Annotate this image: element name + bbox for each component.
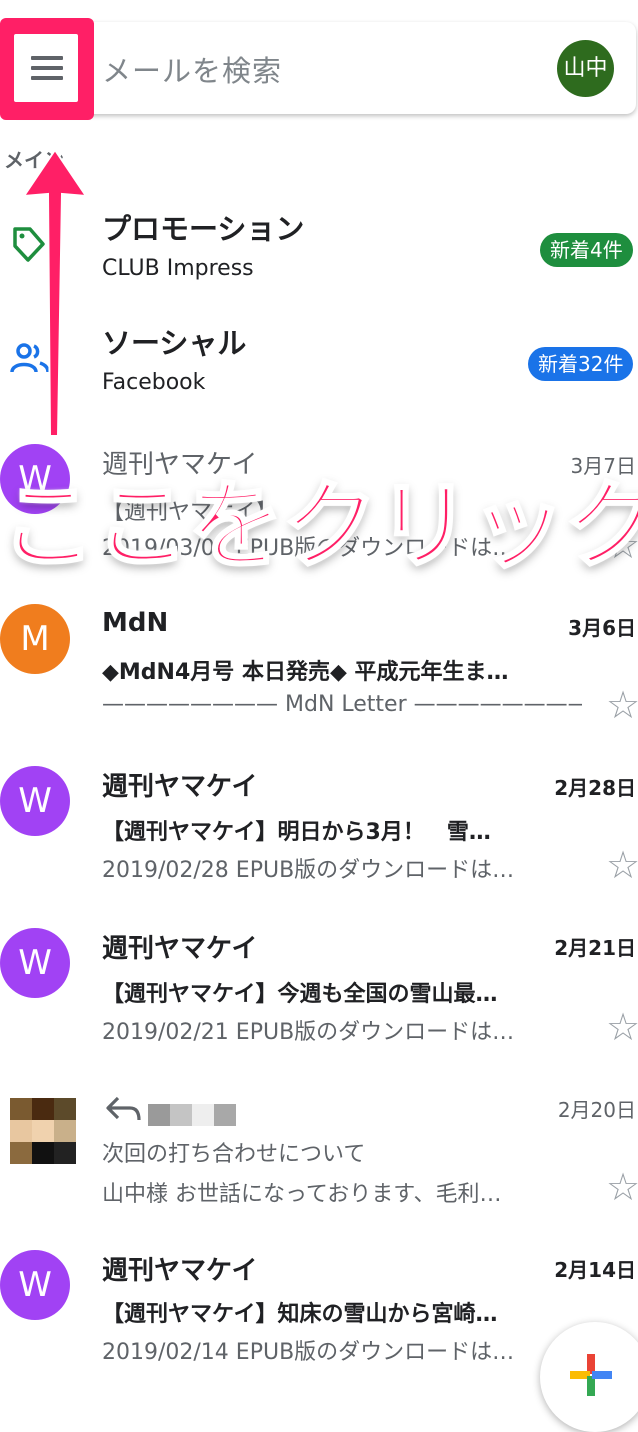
hamburger-icon <box>31 56 63 60</box>
email-date: 2月14日 <box>554 1258 636 1282</box>
annotation-callout: ここをクリック <box>0 469 638 584</box>
email-snippet: 2019/02/14 EPUB版のダウンロードは… <box>102 1340 515 1365</box>
email-sender: 週刊ヤマケイ <box>102 1256 258 1286</box>
sender-avatar: M <box>0 604 70 674</box>
hamburger-icon-line <box>31 66 63 70</box>
email-subject: 【週刊ヤマケイ】今週も全国の雪山最… <box>102 982 498 1007</box>
email-date: 2月28日 <box>554 776 636 800</box>
email-sender: 週刊ヤマケイ <box>102 772 258 802</box>
star-icon[interactable]: ☆ <box>606 1168 638 1206</box>
email-snippet: 2019/02/21 EPUB版のダウンロードは… <box>102 1020 515 1045</box>
new-badge: 新着32件 <box>528 347 634 381</box>
email-subject: ◆MdN4月号 本日発売◆ 平成元年生ま… <box>102 660 509 685</box>
account-avatar[interactable]: 山中 <box>557 40 614 97</box>
email-sender: 週刊ヤマケイ <box>102 934 258 964</box>
menu-button[interactable] <box>14 34 78 102</box>
email-date: 2月20日 <box>557 1098 636 1122</box>
star-icon[interactable]: ☆ <box>606 1008 638 1046</box>
star-icon[interactable]: ☆ <box>606 686 638 724</box>
reply-icon <box>104 1094 142 1128</box>
email-sender: MdN <box>102 608 169 638</box>
email-snippet: ———————— MdN Letter ————————————————… <box>102 692 582 717</box>
sender-redacted <box>148 1104 236 1126</box>
email-snippet: 2019/02/28 EPUB版のダウンロードは… <box>102 858 515 883</box>
compose-plus-icon <box>570 1354 612 1396</box>
sender-avatar: W <box>0 766 70 836</box>
email-subject: 【週刊ヤマケイ】知床の雪山から宮崎… <box>102 1302 498 1327</box>
annotation-arrow <box>22 148 88 442</box>
hamburger-icon-line <box>31 76 63 80</box>
new-badge: 新着4件 <box>540 233 633 267</box>
category-sender: CLUB Impress <box>102 256 254 281</box>
category-title-promotions[interactable]: プロモーション <box>102 206 304 248</box>
category-sender: Facebook <box>102 370 206 395</box>
star-icon[interactable]: ☆ <box>606 846 638 884</box>
email-date: 3月6日 <box>568 616 636 640</box>
email-subject: 次回の打ち合わせについて <box>102 1142 366 1167</box>
sender-avatar: W <box>0 928 70 998</box>
email-snippet: 山中様 お世話になっております、毛利… <box>102 1182 502 1207</box>
sender-avatar: W <box>0 1250 70 1320</box>
email-date: 2月21日 <box>554 936 636 960</box>
category-title-social[interactable]: ソーシャル <box>102 320 246 362</box>
compose-button[interactable] <box>540 1322 638 1432</box>
email-subject: 【週刊ヤマケイ】明日から3月！ 雪… <box>102 820 491 845</box>
sender-avatar-photo <box>10 1082 76 1166</box>
search-input[interactable]: メールを検索 <box>102 48 282 90</box>
